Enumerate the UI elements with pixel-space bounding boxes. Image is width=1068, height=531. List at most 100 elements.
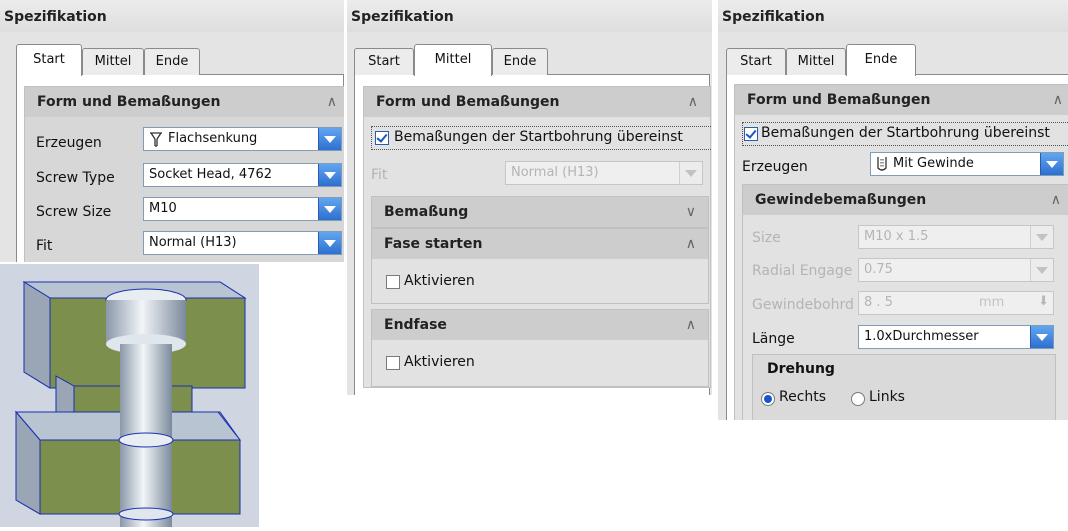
tab-ende[interactable]: Ende [144,48,200,75]
activate-end-chamfer-checkbox[interactable] [386,356,400,370]
section-header[interactable]: Form und Bemaßungen ∧ [25,87,344,117]
chevron-up-icon[interactable]: ∧ [1053,85,1063,115]
chevron-up-icon[interactable]: ∧ [327,87,337,117]
length-value: 1.0xDurchmesser [864,329,979,344]
create-dropdown[interactable]: Mit Gewinde [870,152,1064,176]
match-start-label: Bemaßungen der Startbohrung übereinst [394,129,683,145]
tab-start[interactable]: Start [16,44,82,76]
length-label: Länge [752,331,795,347]
chevron-up-icon[interactable]: ∧ [688,87,698,117]
tab-start[interactable]: Start [354,48,414,75]
screw-type-label: Screw Type [36,170,115,186]
radial-engage-dropdown: 0.75 [858,258,1054,282]
create-value: Mit Gewinde [893,156,974,171]
section-title: Form und Bemaßungen [37,94,221,110]
screw-type-dropdown[interactable]: Socket Head, 4762 [143,163,342,187]
tap-drill-unit: mm [979,295,1005,310]
chevron-down-icon[interactable] [318,198,341,220]
start-chamfer-section: Fase starten ∧ Aktivieren [371,228,709,304]
section-title: Form und Bemaßungen [747,92,931,108]
threaded-hole-icon [877,156,887,171]
section-header[interactable]: Endfase ∧ [372,310,708,340]
size-dropdown: M10 x 1.5 [858,225,1054,249]
section-header[interactable]: Fase starten ∧ [372,229,708,259]
size-label: Size [752,230,781,246]
fit-value: Normal (H13) [149,235,237,250]
section-title: Form und Bemaßungen [376,94,560,110]
counterbored-hole-model [14,281,247,527]
spec-panel-start: Spezifikation Start Mittel Ende Form und… [0,0,344,262]
tap-drill-input: 8 . 5 mm ⬇ [858,291,1054,315]
tap-drill-label: Gewindebohrd [752,297,854,313]
screw-type-value: Socket Head, 4762 [149,167,272,182]
rotation-title: Drehung [767,361,835,377]
activate-label: Aktivieren [404,273,475,289]
tab-ende[interactable]: Ende [846,44,916,76]
rotation-right-label: Rechts [779,389,827,405]
chevron-down-icon[interactable] [318,128,341,150]
match-start-row[interactable]: Bemaßungen der Startbohrung übereinst [742,122,1068,146]
tab-start[interactable]: Start [726,48,786,75]
radial-engage-value: 0.75 [864,262,893,277]
activate-start-chamfer-checkbox[interactable] [386,275,400,289]
panel-title: Spezifikation [347,0,712,32]
panel-title: Spezifikation [0,0,344,32]
tab-ende[interactable]: Ende [492,48,548,75]
fit-dropdown: Normal (H13) [505,161,703,185]
tab-mittel[interactable]: Mittel [82,48,144,75]
tap-drill-value: 8 . 5 [864,295,893,310]
fit-dropdown[interactable]: Normal (H13) [143,231,342,255]
size-value: M10 x 1.5 [864,229,929,244]
rotation-left-radio[interactable] [851,392,865,406]
dimension-title: Bemaßung [384,204,469,220]
activate-label: Aktivieren [404,354,475,370]
screw-size-label: Screw Size [36,204,112,220]
chevron-down-icon [679,162,702,184]
end-chamfer-title: Endfase [384,317,447,333]
rotation-right-radio[interactable] [761,392,775,406]
chevron-up-icon[interactable]: ∧ [686,229,696,259]
length-dropdown[interactable]: 1.0xDurchmesser [858,325,1054,349]
section-header[interactable]: Form und Bemaßungen ∧ [735,85,1068,115]
create-dropdown[interactable]: Flachsenkung [143,127,342,151]
chevron-up-icon[interactable]: ∧ [686,310,696,340]
chevron-down-icon [1030,259,1053,281]
match-start-checkbox[interactable] [744,127,758,141]
rotation-left-label: Links [869,389,905,405]
chevron-up-icon[interactable]: ∧ [1051,185,1061,215]
panel-title: Spezifikation [718,0,1068,32]
chevron-down-icon[interactable] [1040,153,1063,175]
screw-size-value: M10 [149,201,177,216]
screw-size-dropdown[interactable]: M10 [143,197,342,221]
chevron-down-icon[interactable] [318,164,341,186]
end-chamfer-section: Endfase ∧ Aktivieren [371,309,709,387]
section-header[interactable]: Gewindebemaßungen ∧ [743,185,1068,215]
match-start-row[interactable]: Bemaßungen der Startbohrung übereinst [371,126,712,150]
fit-value: Normal (H13) [511,165,599,180]
fit-label: Fit [371,167,388,183]
chevron-down-icon[interactable] [1030,326,1053,348]
match-start-checkbox[interactable] [375,131,389,145]
create-label: Erzeugen [742,159,808,175]
chevron-down-icon[interactable]: ∨ [686,197,696,227]
radial-engage-label: Radial Engage [752,263,853,279]
thread-title: Gewindebemaßungen [755,192,927,208]
arrow-down-icon: ⬇ [1038,294,1049,309]
tab-mittel[interactable]: Mittel [414,44,492,76]
match-start-label: Bemaßungen der Startbohrung übereinst [761,125,1050,141]
spec-panel-mittel: Spezifikation Start Mittel Ende Form und… [347,0,712,395]
hole-3d-preview [0,264,259,527]
start-chamfer-title: Fase starten [384,236,483,252]
create-label: Erzeugen [36,135,102,151]
spec-panel-ende: Spezifikation Start Mittel Ende Form und… [718,0,1068,420]
countersink-icon [150,131,162,147]
section-header[interactable]: Form und Bemaßungen ∧ [364,87,710,117]
chevron-down-icon [1030,226,1053,248]
chevron-down-icon[interactable] [318,232,341,254]
rotation-section: Drehung Rechts Links [752,354,1056,420]
fit-label: Fit [36,238,53,254]
dimension-section[interactable]: Bemaßung ∨ [371,196,709,228]
create-value: Flachsenkung [168,131,258,146]
section-header[interactable]: Bemaßung ∨ [372,197,708,227]
tab-mittel[interactable]: Mittel [786,48,846,75]
